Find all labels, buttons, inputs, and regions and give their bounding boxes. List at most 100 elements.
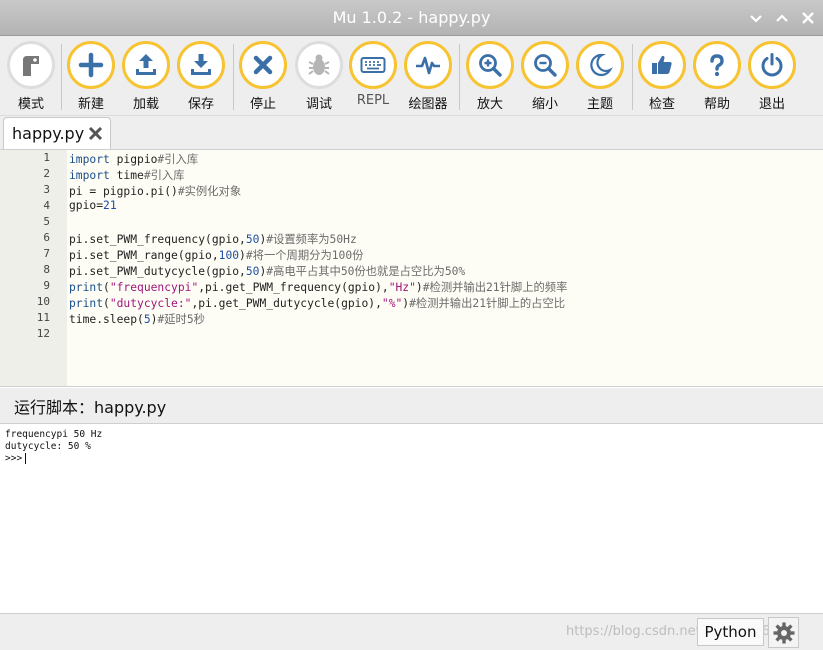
mode-indicator-button[interactable]: Python [697, 618, 764, 646]
code-token: gpio= [69, 199, 104, 212]
debug-button[interactable]: 调试 [293, 41, 345, 113]
plotter-button[interactable]: 绘图器 [402, 41, 454, 113]
zoom-out-icon [534, 54, 557, 77]
repl-button-circle [349, 41, 397, 89]
line-number: 2 [43, 167, 50, 180]
code-token: #检测并输出21针脚上的占空比 [409, 297, 566, 310]
code-token: 50 [245, 233, 260, 246]
code-line[interactable]: gpio=21 [69, 199, 117, 212]
code-token: "dutycycle:" [109, 297, 192, 310]
toolbar-separator [233, 44, 234, 110]
chevron-up-icon [776, 14, 788, 22]
load-button[interactable]: 加载 [120, 41, 172, 113]
download-icon [191, 54, 211, 75]
code-token: print [69, 281, 104, 294]
toolbar-separator [632, 44, 633, 110]
code-line[interactable]: time.sleep(5)#延时5秒 [69, 311, 205, 327]
quit-button-label: 退出 [758, 97, 785, 112]
line-number: 8 [43, 263, 50, 276]
tab-label: happy.py [12, 124, 85, 143]
code-line[interactable]: print("dutycycle:",pi.get_PWM_dutycycle(… [69, 295, 565, 311]
new-button-circle [67, 41, 115, 89]
line-number: 9 [43, 279, 50, 292]
keyboard-icon [360, 57, 386, 73]
title-bar: Mu 1.0.2 - happy.py [0, 0, 823, 36]
code-line[interactable]: pi.set_PWM_dutycycle(gpio,50)#高电平占其中50份也… [69, 263, 465, 279]
code-token: #检测并输出21针脚上的频率 [422, 281, 568, 294]
window-title: Mu 1.0.2 - happy.py [332, 8, 491, 27]
close-icon [802, 12, 814, 24]
save-button[interactable]: 保存 [175, 41, 227, 113]
maximize-button[interactable] [770, 6, 794, 30]
line-number: 11 [36, 311, 50, 324]
close-tab-icon[interactable] [88, 126, 103, 141]
code-token: 100 [218, 249, 240, 262]
run-panel-header: 运行脚本：happy.py [0, 388, 823, 423]
settings-button[interactable] [768, 617, 799, 648]
mode-button[interactable]: 模式 [5, 41, 57, 113]
moon-icon [590, 53, 613, 77]
zoom-in-icon [479, 54, 502, 77]
tab-happy-py[interactable]: happy.py [3, 117, 111, 149]
code-token: #引入库 [157, 153, 199, 166]
stop-button[interactable]: 停止 [237, 41, 289, 113]
save-button-label: 保存 [187, 97, 214, 112]
status-bar: https://blog.csdn.net/weixin_46...37 Pyt… [0, 614, 823, 650]
code-token: pi.set_PWM_range(gpio, [69, 249, 219, 262]
code-token: import [69, 153, 110, 166]
line-number: 5 [43, 215, 50, 228]
check-button[interactable]: 检查 [636, 41, 688, 113]
plus-icon [78, 52, 104, 78]
code-token: ,pi.get_PWM_frequency(gpio), [198, 281, 389, 294]
code-token: #将一个周期分为100份 [245, 249, 364, 262]
line-number: 4 [43, 199, 50, 212]
code-line[interactable]: pi.set_PWM_range(gpio,100)#将一个周期分为100份 [69, 247, 363, 263]
repl-button[interactable]: REPL [347, 41, 399, 113]
stop-button-circle [239, 41, 287, 89]
line-number: 12 [36, 327, 50, 340]
text-cursor [25, 453, 27, 464]
run-panel-title: 运行脚本：happy.py [14, 397, 167, 417]
code-token: ,pi.get_PWM_dutycycle(gpio), [191, 297, 382, 310]
code-token: ( [103, 281, 110, 294]
toolbar-separator [61, 44, 62, 110]
code-token: #高电平占其中50份也就是占空比为50% [266, 265, 466, 278]
output-pane[interactable]: frequencypi 50 Hz dutycycle: 50 % >>> [0, 423, 823, 614]
output-line: dutycycle: 50 % [5, 441, 91, 452]
help-button[interactable]: 帮助 [691, 41, 743, 113]
new-button[interactable]: 新建 [65, 41, 117, 113]
close-window-button[interactable] [796, 6, 820, 30]
code-editor[interactable]: 1 2 3 4 5 6 7 8 9 10 11 12 import pigpio#引入库 import … [0, 149, 823, 387]
mode-button-label: 模式 [17, 97, 44, 112]
zoom-in-button-label: 放大 [476, 97, 503, 112]
code-token: pi.set_PWM_dutycycle(gpio, [69, 265, 246, 278]
zoom-out-button-label: 缩小 [531, 97, 558, 112]
bug-icon [308, 54, 330, 75]
code-line[interactable]: pi.set_PWM_frequency(gpio,50)#设置频率为50Hz [69, 231, 357, 247]
quit-button[interactable]: 退出 [746, 41, 798, 113]
line-number: 1 [43, 151, 50, 164]
code-token: #设置频率为50Hz [266, 233, 357, 246]
code-line[interactable]: import pigpio#引入库 [69, 151, 198, 167]
code-token: #实例化对象 [177, 185, 242, 198]
check-button-circle [638, 41, 686, 89]
gear-icon [773, 622, 794, 643]
mode-icon [23, 56, 39, 76]
zoom-in-button-circle [466, 41, 514, 89]
load-button-label: 加载 [132, 97, 159, 112]
zoom-in-button[interactable]: 放大 [464, 41, 516, 113]
theme-button[interactable]: 主题 [574, 41, 626, 113]
minimize-button[interactable] [744, 6, 768, 30]
code-token: pi = pigpio.pi() [69, 185, 178, 198]
zoom-out-button-circle [521, 41, 569, 89]
zoom-out-button[interactable]: 缩小 [519, 41, 571, 113]
code-token: "%" [381, 297, 403, 310]
code-line[interactable]: print("frequencypi",pi.get_PWM_frequency… [69, 279, 567, 295]
code-line[interactable]: pi = pigpio.pi()#实例化对象 [69, 183, 241, 199]
code-line[interactable]: import time#引入库 [69, 167, 185, 183]
code-token: ) [415, 281, 423, 294]
check-button-label: 检查 [648, 97, 675, 112]
repl-prompt-line[interactable]: >>> [5, 453, 27, 464]
code-token: "Hz" [388, 281, 416, 294]
x-icon [253, 55, 273, 75]
